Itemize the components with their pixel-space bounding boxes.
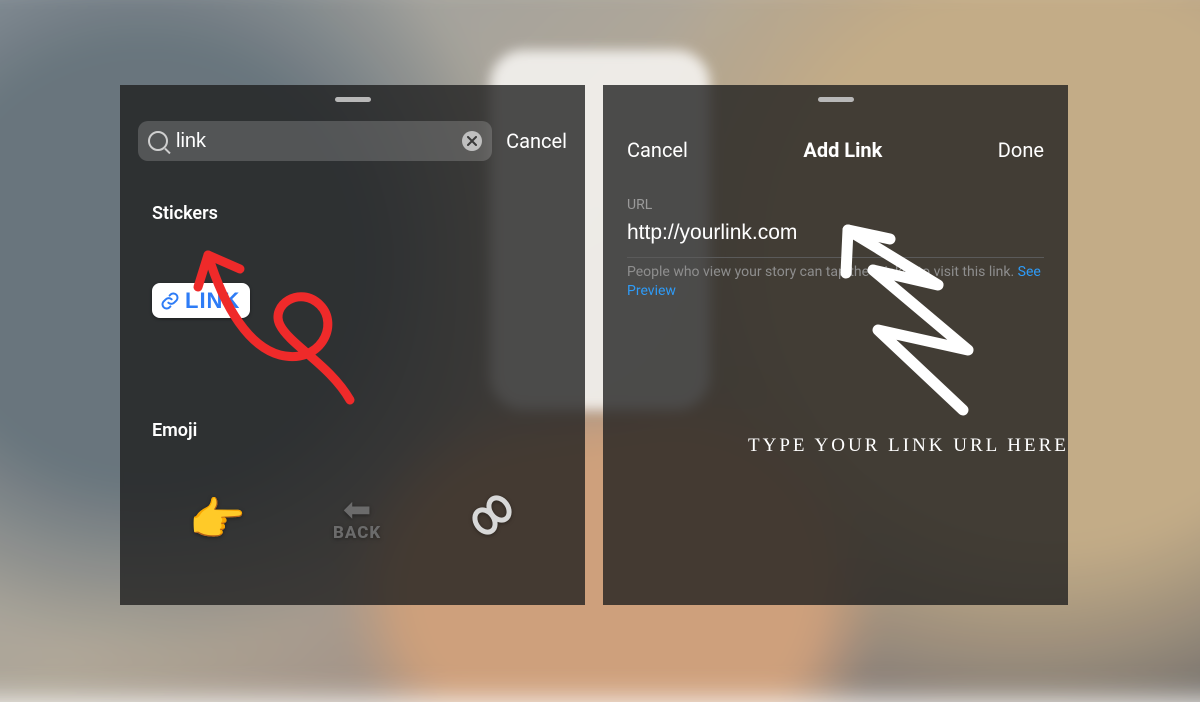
search-box[interactable] [138,121,492,161]
emoji-chain[interactable] [468,491,516,550]
emoji-back[interactable]: ⬅ BACK [333,497,381,542]
add-link-header: Cancel Add Link Done [603,133,1068,167]
url-help-prefix: People who view your story can tap the s… [627,264,1018,280]
add-link-panel: Cancel Add Link Done URL People who view… [603,85,1068,605]
emoji-row: 👉 ⬅ BACK [120,485,585,555]
grabber-icon[interactable] [818,97,854,102]
emoji-point-right[interactable]: 👉 [189,493,246,547]
search-input[interactable] [174,129,456,154]
search-row: Cancel [138,121,567,161]
search-icon [148,131,168,151]
cancel-button[interactable]: Cancel [506,129,567,153]
link-icon [160,291,180,311]
link-sticker[interactable]: LINK [152,283,250,318]
sticker-search-panel: Cancel Stickers LINK Emoji 👉 ⬅ BACK [120,85,585,605]
clear-icon[interactable] [462,131,482,151]
cancel-button[interactable]: Cancel [627,138,688,162]
url-input[interactable] [627,217,1044,258]
url-help-text: People who view your story can tap the s… [627,263,1044,301]
add-link-title: Add Link [803,138,882,162]
emoji-back-label: BACK [333,523,381,543]
section-stickers-label: Stickers [152,203,218,224]
back-arrow-icon: ⬅ [343,497,372,524]
annotation-caption: TYPE YOUR LINK URL HERE [748,435,1069,457]
link-sticker-label: LINK [185,288,240,314]
url-label: URL [627,197,652,213]
done-button[interactable]: Done [998,138,1044,162]
section-emoji-label: Emoji [152,420,197,441]
grabber-icon[interactable] [335,97,371,102]
